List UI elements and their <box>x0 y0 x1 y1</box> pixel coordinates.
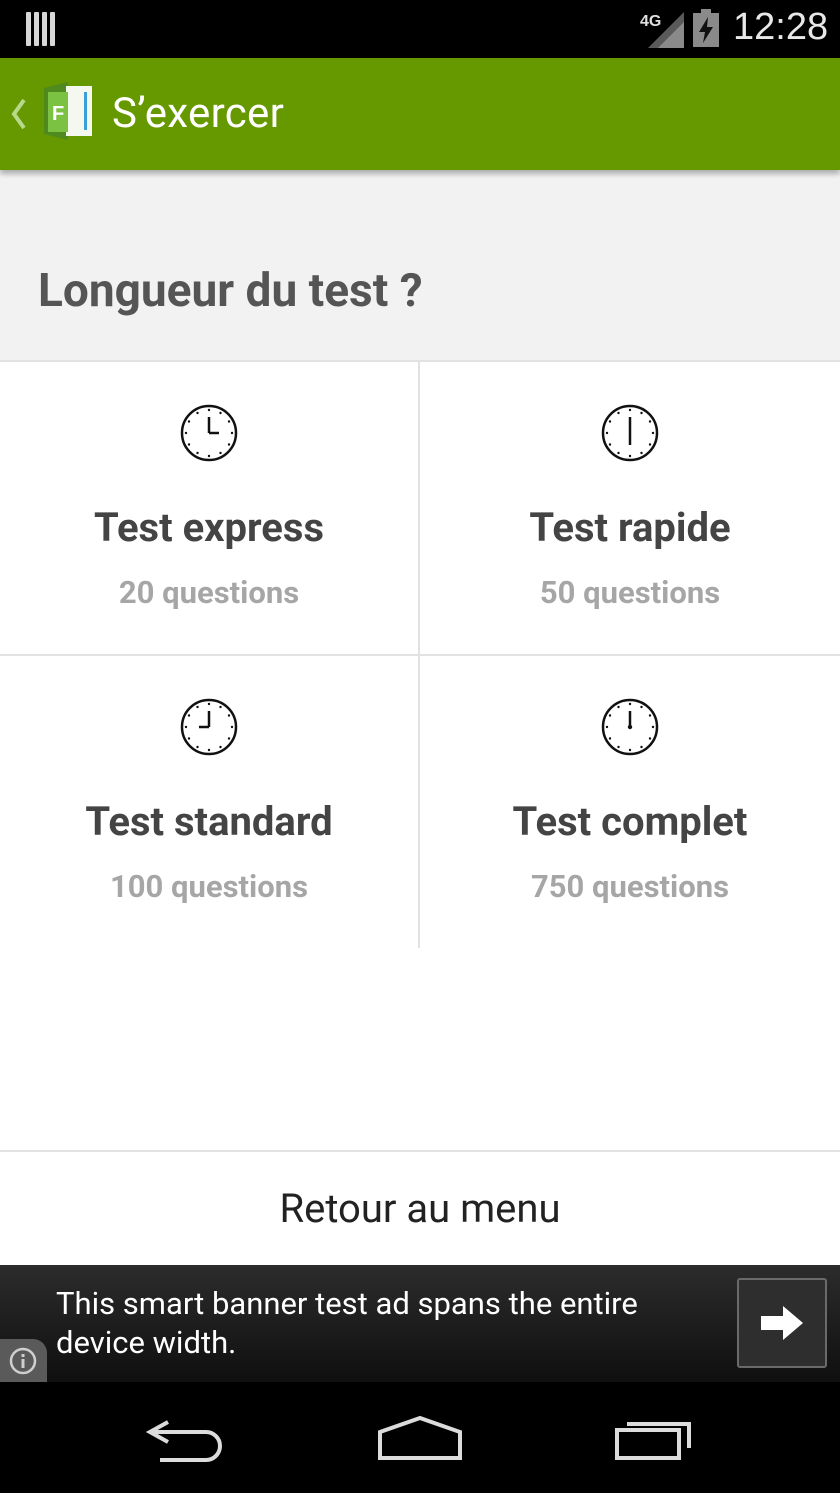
notification-bars-icon <box>26 12 56 46</box>
recents-icon[interactable] <box>613 1408 699 1466</box>
test-options-grid: Test express 20 questions Test rapide 50… <box>0 362 840 948</box>
test-length-question: Longueur du test ? <box>38 264 423 318</box>
test-name: Test standard <box>85 798 333 845</box>
test-name: Test rapide <box>529 504 731 551</box>
page-title: S’exercer <box>112 89 285 138</box>
question-count: 100 questions <box>109 868 309 905</box>
test-standard-tile[interactable]: Test standard 100 questions <box>0 656 420 948</box>
ad-info-button[interactable] <box>0 1339 47 1382</box>
info-icon <box>9 1347 37 1375</box>
battery-charging-icon <box>693 9 719 47</box>
system-nav-bar <box>0 1382 840 1493</box>
clock-icon <box>180 404 238 462</box>
question-count: 50 questions <box>539 574 721 611</box>
status-bar: 4G 12:28 <box>0 0 840 58</box>
test-complet-tile[interactable]: Test complet 750 questions <box>420 656 840 948</box>
app-logo-icon[interactable]: F <box>40 82 94 140</box>
signal-icon: 4G <box>640 12 684 48</box>
ad-action-button[interactable] <box>737 1278 827 1368</box>
ad-banner[interactable]: This smart banner test ad spans the enti… <box>0 1265 840 1382</box>
back-to-menu-button[interactable]: Retour au menu <box>0 1150 840 1266</box>
test-length-header: Longueur du test ? <box>0 170 840 362</box>
clock-icon <box>601 698 659 756</box>
test-name: Test complet <box>512 798 748 845</box>
test-name: Test express <box>93 504 325 551</box>
home-icon[interactable] <box>376 1408 464 1466</box>
question-count: 750 questions <box>530 868 730 905</box>
clock-icon <box>601 404 659 462</box>
test-rapide-tile[interactable]: Test rapide 50 questions <box>420 362 840 656</box>
arrow-right-icon <box>761 1306 803 1340</box>
ad-text: This smart banner test ad spans the enti… <box>56 1285 638 1361</box>
clock-icon <box>180 698 238 756</box>
question-count: 20 questions <box>118 574 300 611</box>
up-chevron-icon[interactable] <box>9 94 29 134</box>
back-icon[interactable] <box>146 1408 228 1466</box>
logo-letter: F <box>52 103 64 125</box>
test-express-tile[interactable]: Test express 20 questions <box>0 362 420 656</box>
network-type-label: 4G <box>640 13 661 30</box>
status-time: 12:28 <box>733 6 829 48</box>
back-to-menu-label: Retour au menu <box>279 1185 561 1232</box>
action-bar: F S’exercer <box>0 58 840 170</box>
